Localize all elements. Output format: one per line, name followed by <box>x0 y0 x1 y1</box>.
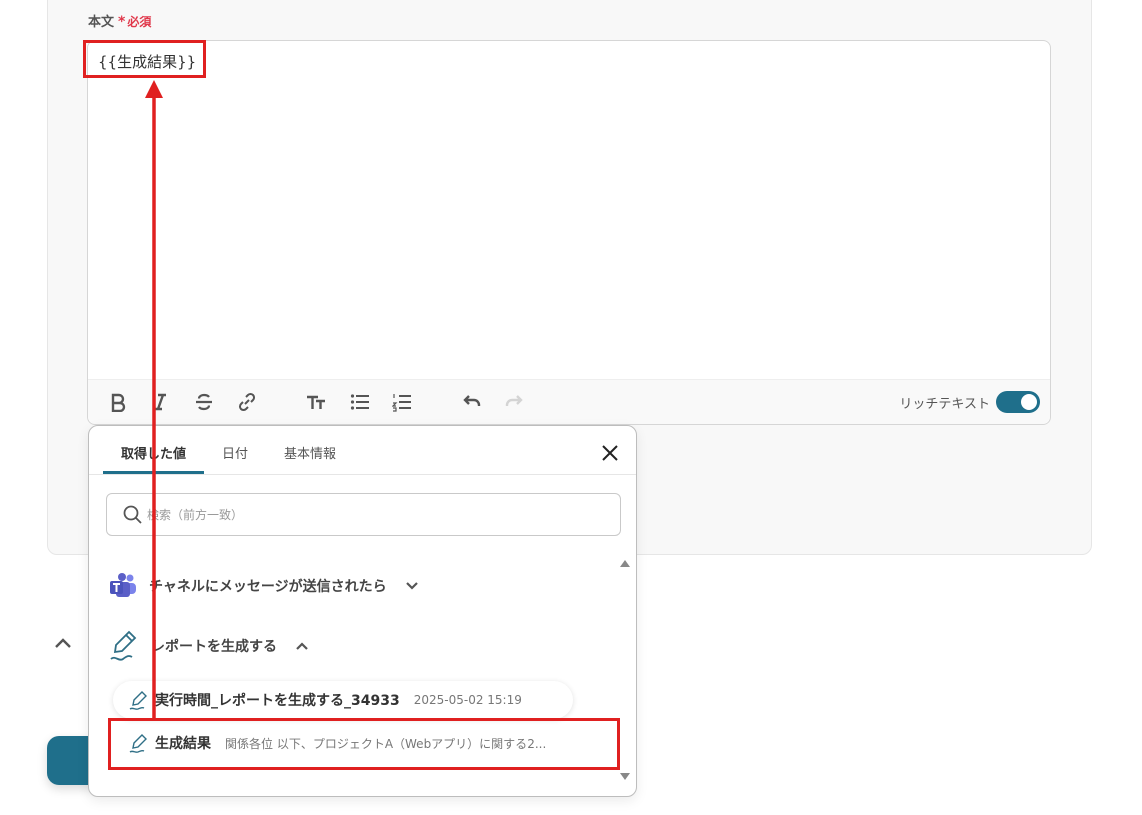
tab-basic-info[interactable]: 基本情報 <box>266 438 354 474</box>
rich-text-control: リッチテキスト <box>899 391 1040 413</box>
tab-acquired-values[interactable]: 取得した値 <box>103 438 205 474</box>
section-title: レポートを生成する <box>151 639 277 655</box>
chevron-down-icon <box>405 582 418 590</box>
required-star: * <box>118 14 126 30</box>
link-icon <box>238 392 256 412</box>
section-channel-message[interactable]: チャネルにメッセージが送信されたら <box>109 573 419 599</box>
bullet-list-icon <box>350 394 369 410</box>
rich-text-toggle[interactable] <box>996 391 1040 413</box>
search-box <box>106 493 621 536</box>
field-label-text: 本文 <box>88 15 115 30</box>
popup-tabs: 取得した値 日付 基本情報 <box>103 438 354 474</box>
text-size-icon <box>307 395 325 409</box>
close-icon <box>602 445 618 461</box>
editor-toolbar: リッチテキスト <box>88 379 1050 424</box>
strikethrough-button[interactable] <box>192 390 216 414</box>
body-field-label: 本文 * 必須 <box>88 11 151 30</box>
annotation-box-generated-result <box>108 718 620 770</box>
scroll-down-icon[interactable] <box>620 773 630 780</box>
list-item-execution-time[interactable]: 実行時間_レポートを生成する_34933 2025-05-02 15:19 <box>113 681 573 719</box>
search-input[interactable] <box>147 504 597 526</box>
numbered-list-button[interactable] <box>390 390 414 414</box>
teams-icon <box>110 573 136 597</box>
chevron-up-icon <box>296 642 308 650</box>
item-value: 2025-05-02 15:19 <box>413 693 522 707</box>
tab-date[interactable]: 日付 <box>204 438 266 474</box>
section-generate-report[interactable]: レポートを生成する <box>109 629 309 663</box>
italic-icon <box>154 393 166 411</box>
text-size-button[interactable] <box>304 390 328 414</box>
bullet-list-button[interactable] <box>348 390 372 414</box>
scroll-up-icon[interactable] <box>620 560 630 567</box>
pen-icon <box>129 691 147 710</box>
numbered-list-icon <box>392 394 411 412</box>
link-button[interactable] <box>235 390 259 414</box>
bold-button[interactable] <box>106 390 130 414</box>
redo-button[interactable] <box>502 390 526 414</box>
italic-button[interactable] <box>148 390 172 414</box>
required-text: 必須 <box>127 15 152 29</box>
collapse-chevron-icon[interactable] <box>54 634 72 653</box>
search-icon <box>123 505 142 524</box>
undo-button[interactable] <box>460 390 484 414</box>
close-button[interactable] <box>598 441 622 465</box>
scrollbar[interactable] <box>620 560 630 780</box>
rich-text-label: リッチテキスト <box>899 396 990 412</box>
body-editor[interactable]: {{生成結果}} リッチテキスト <box>87 40 1051 425</box>
item-title: 実行時間_レポートを生成する_34933 <box>155 693 400 709</box>
strikethrough-icon <box>196 393 212 411</box>
toggle-knob <box>1021 394 1037 410</box>
annotation-box-editor-value <box>83 40 206 78</box>
pen-icon <box>110 630 137 661</box>
section-title: チャネルにメッセージが送信されたら <box>149 579 387 595</box>
tabs-divider <box>89 474 636 475</box>
undo-icon <box>463 395 481 406</box>
bold-icon <box>111 393 126 412</box>
redo-icon <box>505 395 523 406</box>
